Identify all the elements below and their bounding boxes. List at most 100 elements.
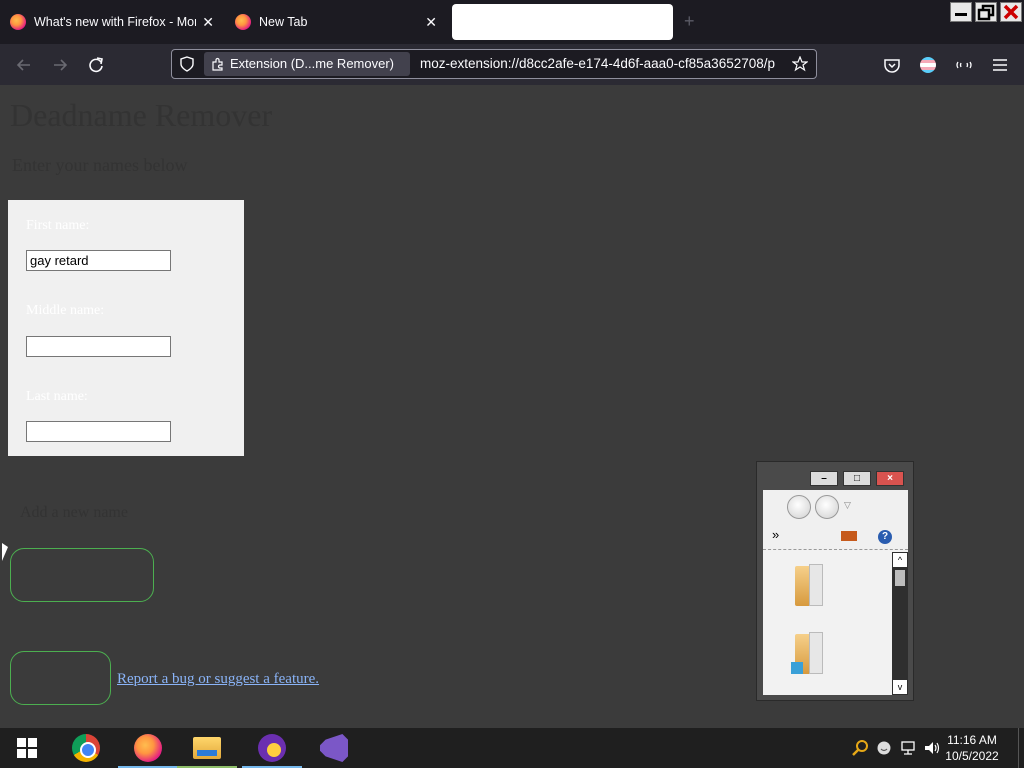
mouse-cursor	[2, 543, 8, 561]
reload-icon[interactable]	[85, 54, 107, 76]
pocket-glyph	[884, 59, 900, 73]
search-tray-icon[interactable]	[851, 738, 869, 758]
extension-label: Extension (D...me Remover)	[230, 56, 394, 71]
restore-button[interactable]	[975, 2, 997, 22]
firefox-icon	[134, 734, 162, 762]
first-name-input[interactable]	[26, 250, 171, 271]
start-button[interactable]	[0, 728, 54, 768]
firefox-tab-icon	[10, 14, 26, 30]
last-name-label: Last name:	[26, 389, 88, 404]
scroll-up-icon[interactable]: ^	[893, 553, 907, 567]
extensions-icon[interactable]	[953, 54, 975, 76]
speaker-glyph	[925, 742, 940, 754]
clock-time: 11:16 AM	[947, 733, 997, 747]
folder-paper	[809, 564, 823, 606]
mini-window-body: ▽ » ? ^ v	[763, 490, 908, 695]
mini-forward-icon[interactable]	[815, 495, 839, 519]
mini-chevron-icon[interactable]: »	[772, 527, 779, 542]
account-glyph	[920, 57, 936, 73]
shield-icon[interactable]	[179, 56, 195, 72]
account-icon[interactable]	[917, 54, 939, 76]
mini-close-button[interactable]: ×	[876, 471, 904, 486]
extension-identity-chip[interactable]: Extension (D...me Remover)	[204, 52, 410, 76]
middle-name-label: Middle name:	[26, 303, 105, 318]
taskbar-file-explorer[interactable]	[177, 728, 237, 768]
scroll-down-icon[interactable]: v	[893, 680, 907, 694]
emoji-glyph	[877, 741, 891, 755]
tab-new-tab[interactable]: New Tab ✕	[235, 4, 445, 40]
visual-studio-icon	[320, 734, 348, 762]
close-tab-icon[interactable]: ✕	[425, 14, 437, 30]
tab-active-blank[interactable]	[452, 4, 673, 40]
magnifier-glyph	[852, 740, 868, 756]
back-icon[interactable]	[13, 54, 35, 76]
close-window-icon	[1003, 4, 1019, 20]
yahoo-messenger-icon	[258, 734, 286, 762]
tab-title: New Tab	[259, 15, 308, 29]
mini-help-icon[interactable]: ?	[878, 530, 892, 544]
show-desktop-button[interactable]	[1018, 728, 1024, 768]
page-title: Deadname Remover	[10, 97, 273, 133]
file-explorer-icon	[193, 737, 221, 759]
close-window-button[interactable]	[1000, 2, 1022, 22]
add-name-section-label: Add a new name	[20, 504, 128, 521]
star-glyph	[791, 55, 809, 72]
minimize-button[interactable]	[950, 2, 972, 22]
close-tab-icon[interactable]: ✕	[202, 14, 214, 30]
add-name-button[interactable]	[10, 548, 154, 602]
taskbar: 11:16 AM 10/5/2022	[0, 728, 1024, 768]
page-subtitle: Enter your names below	[12, 155, 188, 175]
forward-icon[interactable]	[49, 54, 71, 76]
taskbar-firefox[interactable]	[118, 728, 178, 768]
mini-minimize-button[interactable]: –	[810, 471, 838, 486]
menu-icon[interactable]	[989, 54, 1011, 76]
forward-arrow-glyph	[54, 59, 68, 71]
firefox-tab-icon	[235, 14, 251, 30]
navigation-toolbar: Extension (D...me Remover) moz-extension…	[0, 44, 1024, 85]
scroll-thumb[interactable]	[895, 570, 905, 586]
taskbar-chrome[interactable]	[56, 728, 116, 768]
chrome-icon	[72, 734, 100, 762]
shortcut-badge-icon	[791, 662, 803, 674]
taskbar-visual-studio[interactable]	[304, 728, 364, 768]
volume-icon[interactable]	[923, 738, 941, 758]
last-name-input[interactable]	[26, 421, 171, 442]
folder-icon[interactable]	[793, 562, 833, 610]
shield-glyph	[180, 56, 194, 72]
hamburger-glyph	[993, 59, 1007, 71]
clock-date: 10/5/2022	[945, 749, 999, 763]
first-name-label: First name:	[26, 218, 90, 233]
network-glyph	[901, 741, 915, 755]
star-icon[interactable]	[791, 55, 809, 72]
folder-shortcut-icon[interactable]	[791, 630, 833, 678]
taskbar-yahoo-messenger[interactable]	[242, 728, 302, 768]
mini-view-icon[interactable]	[841, 531, 857, 541]
report-bug-link[interactable]: Report a bug or suggest a feature.	[117, 671, 319, 688]
floating-explorer-window[interactable]: – □ × ▽ » ? ^ v	[756, 461, 914, 701]
url-bar[interactable]: Extension (D...me Remover) moz-extension…	[171, 49, 817, 79]
save-button[interactable]	[10, 651, 111, 705]
reload-glyph	[89, 57, 103, 73]
extensions-glyph	[956, 61, 972, 69]
pocket-icon[interactable]	[881, 54, 903, 76]
network-icon[interactable]	[899, 738, 917, 758]
minimize-icon	[955, 13, 967, 16]
tab-strip: What's new with Firefox - More ✕ New Tab…	[0, 0, 1024, 44]
start-icon	[17, 738, 37, 758]
url-text[interactable]: moz-extension://d8cc2afe-e174-4d6f-aaa0-…	[420, 56, 786, 71]
new-tab-button[interactable]: +	[684, 12, 695, 30]
mini-dropdown-icon[interactable]: ▽	[844, 500, 851, 511]
window-controls	[950, 2, 1022, 22]
middle-name-input[interactable]	[26, 336, 171, 357]
emoji-tray-icon[interactable]	[875, 738, 893, 758]
restore-icon	[977, 4, 995, 21]
mini-toolbar: ▽ » ?	[763, 490, 908, 550]
tab-whats-new[interactable]: What's new with Firefox - More ✕	[10, 4, 220, 40]
mini-maximize-button[interactable]: □	[843, 471, 871, 486]
mini-back-icon[interactable]	[787, 495, 811, 519]
mini-scrollbar[interactable]: ^ v	[892, 552, 908, 695]
puzzle-icon	[212, 57, 223, 71]
system-clock[interactable]: 11:16 AM 10/5/2022	[942, 732, 1002, 764]
back-arrow-glyph	[16, 59, 30, 71]
folder-paper	[809, 632, 823, 674]
